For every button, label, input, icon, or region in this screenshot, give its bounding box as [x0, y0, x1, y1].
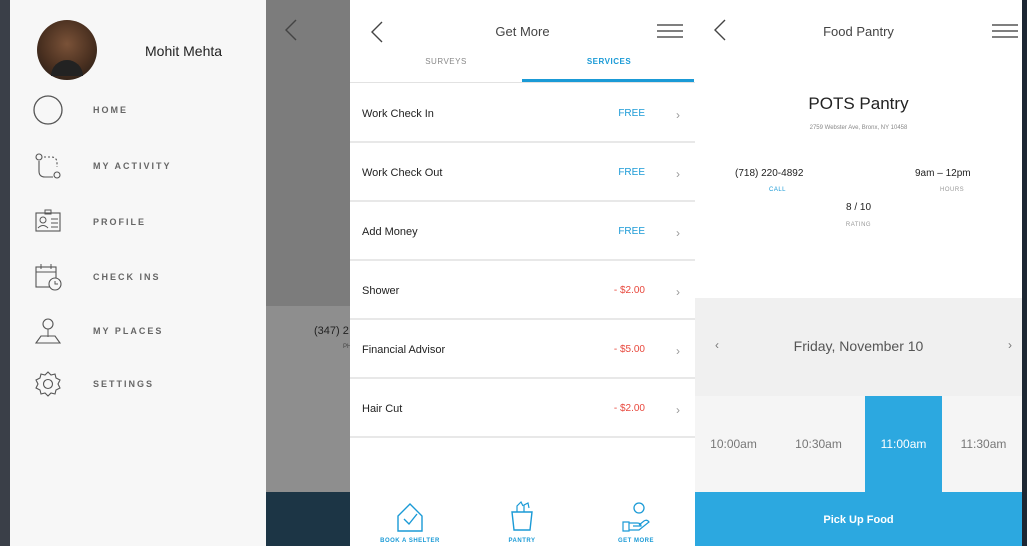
selected-date: Friday, November 10	[793, 338, 924, 354]
background-screen-top	[266, 0, 356, 306]
pantry-address: 2759 Webster Ave, Bronx, NY 10458	[809, 125, 908, 131]
menu-item-home[interactable]: HOME	[30, 90, 260, 130]
time-slot[interactable]: 10:30am	[780, 396, 857, 492]
chevron-right-icon: ›	[676, 167, 680, 181]
calendar-clock-icon	[30, 259, 66, 295]
time-slot[interactable]: 10:00am	[695, 396, 772, 492]
menu-item-label: HOME	[93, 105, 128, 115]
background-screen: (347) 2 PH	[266, 0, 356, 546]
hamburger-menu-icon[interactable]	[657, 23, 683, 44]
time-slot-selected[interactable]: 11:00am	[865, 396, 942, 492]
service-row[interactable]: Financial Advisor - $5.00 ›	[350, 320, 695, 379]
nav-book-a-shelter[interactable]: BOOK A SHELTER	[360, 492, 460, 546]
service-name: Work Check In	[362, 108, 434, 120]
get-more-screen: Get More SURVEYS SERVICES Work Check In …	[350, 0, 695, 546]
id-card-icon	[30, 204, 66, 240]
chevron-left-icon[interactable]	[284, 18, 298, 47]
page-title: Food Pantry	[823, 24, 894, 39]
nav-get-more[interactable]: GET MORE	[586, 492, 686, 546]
phone-fragment: (347) 2	[314, 325, 349, 337]
menu-item-my-places[interactable]: MY PLACES	[30, 311, 260, 351]
house-check-icon	[395, 500, 425, 539]
background-screen-footer	[266, 492, 356, 546]
menu-item-label: CHECK INS	[93, 272, 161, 282]
service-row[interactable]: Hair Cut - $2.00 ›	[350, 379, 695, 438]
tab-surveys[interactable]: SURVEYS	[360, 57, 532, 66]
nav-label: BOOK A SHELTER	[380, 538, 440, 544]
service-row[interactable]: Work Check In FREE ›	[350, 84, 695, 143]
time-slot-picker: 10:00am 10:30am 11:00am 11:30am	[695, 396, 1022, 492]
chevron-right-icon: ›	[676, 226, 680, 240]
route-icon	[30, 148, 66, 184]
menu-item-label: MY ACTIVITY	[93, 161, 172, 171]
service-name: Shower	[362, 285, 400, 297]
menu-item-my-activity[interactable]: MY ACTIVITY	[30, 146, 260, 186]
service-name: Financial Advisor	[362, 344, 446, 356]
food-pantry-screen: Food Pantry POTS Pantry 2759 Webster Ave…	[695, 0, 1022, 546]
tab-services[interactable]: SERVICES	[523, 57, 695, 66]
chevron-right-icon: ›	[676, 108, 680, 122]
menu-item-label: MY PLACES	[93, 326, 164, 336]
gear-icon	[30, 366, 66, 402]
service-row[interactable]: Shower - $2.00 ›	[350, 261, 695, 320]
call-link[interactable]: CALL	[769, 187, 786, 193]
map-pin-icon	[30, 313, 66, 349]
service-name: Add Money	[362, 226, 418, 238]
user-name: Mohit Mehta	[145, 43, 223, 59]
divider	[350, 82, 695, 83]
pantry-name: POTS Pantry	[808, 94, 909, 113]
nav-label: GET MORE	[617, 538, 654, 544]
hamburger-menu-icon[interactable]	[992, 23, 1018, 44]
service-row[interactable]: Work Check Out FREE ›	[350, 143, 695, 202]
date-selector: ‹ Friday, November 10 ›	[695, 298, 1022, 396]
chevron-right-icon[interactable]: ›	[1008, 338, 1012, 352]
phone-number[interactable]: (718) 220-4892	[735, 168, 803, 179]
menu-item-label: PROFILE	[93, 217, 147, 227]
menu-item-settings[interactable]: SETTINGS	[30, 364, 260, 404]
service-price: - $2.00	[613, 403, 645, 414]
circle-icon	[30, 92, 66, 128]
header: Get More SURVEYS SERVICES	[350, 0, 695, 84]
page-title: Get More	[495, 24, 550, 39]
service-name: Work Check Out	[362, 167, 443, 179]
service-price: - $5.00	[613, 344, 645, 355]
menu-item-label: SETTINGS	[93, 379, 155, 389]
hours-value: 9am – 12pm	[915, 168, 971, 179]
service-price: FREE	[618, 108, 645, 119]
bottom-nav: BOOK A SHELTER PANTRY GET MORE	[350, 492, 695, 546]
rating-value: 8 / 10	[845, 202, 872, 213]
chevron-right-icon: ›	[676, 285, 680, 299]
avatar[interactable]	[37, 20, 97, 80]
grocery-bag-icon	[507, 500, 537, 539]
hours-label: HOURS	[940, 187, 965, 193]
side-menu: Mohit Mehta HOME MY ACTIVITY PROFILE CHE…	[10, 0, 266, 546]
time-slot[interactable]: 11:30am	[945, 396, 1022, 492]
rating-label: RATING	[845, 222, 872, 228]
button-label: Pick Up Food	[823, 514, 894, 526]
service-row[interactable]: Add Money FREE ›	[350, 202, 695, 261]
service-price: FREE	[618, 167, 645, 178]
chevron-right-icon: ›	[676, 403, 680, 417]
service-price: - $2.00	[613, 285, 645, 296]
nav-label: PANTRY	[508, 538, 536, 544]
nav-pantry[interactable]: PANTRY	[472, 492, 572, 546]
menu-item-check-ins[interactable]: CHECK INS	[30, 257, 260, 297]
pick-up-food-button[interactable]: Pick Up Food	[695, 492, 1022, 546]
menu-item-profile[interactable]: PROFILE	[30, 202, 260, 242]
chevron-right-icon: ›	[676, 344, 680, 358]
hand-coin-icon	[621, 500, 651, 539]
service-price: FREE	[618, 226, 645, 237]
service-name: Hair Cut	[362, 403, 403, 415]
